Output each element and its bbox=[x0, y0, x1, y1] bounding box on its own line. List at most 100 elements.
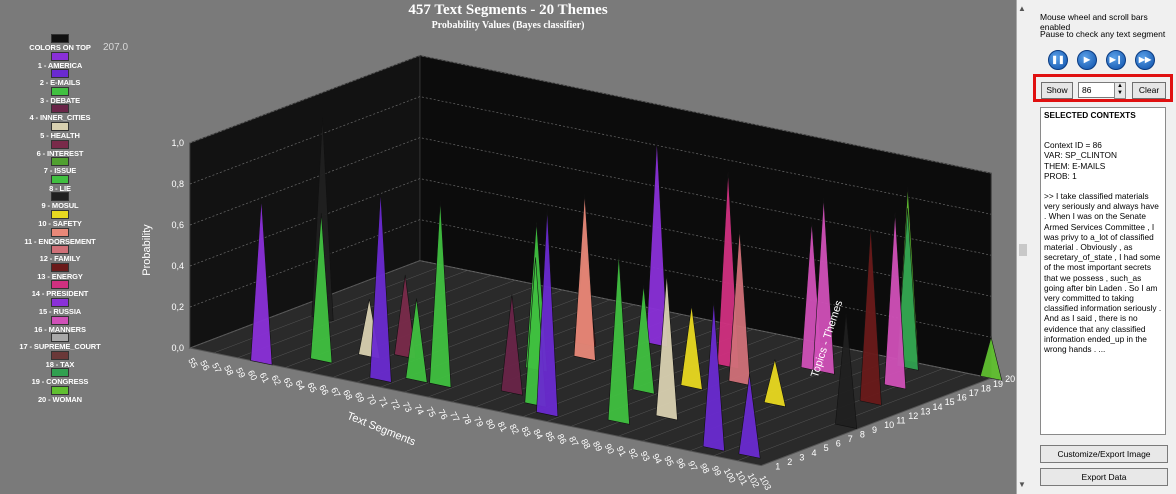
x-tick-label: 61 bbox=[258, 371, 272, 385]
fast-forward-icon: ▶▶ bbox=[1138, 55, 1152, 64]
context-id-input[interactable]: 86 bbox=[1078, 82, 1115, 98]
x-tick-label: 97 bbox=[686, 459, 700, 473]
x-tick-label: 60 bbox=[246, 369, 260, 383]
x-tick-label: 89 bbox=[591, 440, 605, 454]
y-tick-label: 0,0 bbox=[171, 343, 184, 353]
z-tick-label: 3 bbox=[799, 452, 804, 462]
clear-button[interactable]: Clear bbox=[1132, 82, 1166, 99]
z-tick-label: 6 bbox=[836, 439, 841, 449]
z-tick-label: 8 bbox=[860, 429, 865, 439]
y-tick-label: 0,4 bbox=[171, 261, 184, 271]
x-tick-label: 65 bbox=[305, 381, 319, 395]
z-tick-label: 9 bbox=[872, 425, 877, 435]
y-tick-label: 1,0 bbox=[171, 138, 184, 148]
x-tick-label: 56 bbox=[198, 359, 212, 373]
z-tick-label: 18 bbox=[981, 383, 991, 393]
context-id: Context ID = 86 bbox=[1044, 140, 1102, 151]
z-tick-label: 13 bbox=[920, 406, 930, 416]
scroll-down-arrow-icon[interactable]: ▼ bbox=[1018, 480, 1026, 489]
x-tick-label: 69 bbox=[353, 391, 367, 405]
scrollbar-thumb[interactable] bbox=[1019, 244, 1027, 256]
play-icon: ▶ bbox=[1083, 55, 1091, 64]
fast-forward-button[interactable]: ▶▶ bbox=[1135, 50, 1155, 70]
x-axis-title: Text Segments bbox=[345, 410, 417, 449]
z-tick-label: 14 bbox=[933, 402, 943, 412]
spin-down-icon[interactable]: ▼ bbox=[1117, 90, 1123, 96]
x-tick-label: 83 bbox=[519, 425, 533, 439]
x-tick-label: 90 bbox=[603, 442, 617, 456]
x-tick-label: 80 bbox=[484, 418, 498, 432]
selected-contexts-box[interactable]: SELECTED CONTEXTS Context ID = 86 VAR: S… bbox=[1040, 107, 1166, 435]
x-tick-label: 99 bbox=[710, 464, 724, 478]
x-tick-label: 81 bbox=[496, 420, 510, 434]
hint-pause: Pause to check any text segment bbox=[1040, 29, 1166, 39]
x-tick-label: 91 bbox=[615, 444, 629, 458]
z-tick-label: 15 bbox=[945, 397, 955, 407]
pause-button[interactable]: ❚❚ bbox=[1048, 50, 1068, 70]
z-tick-label: 5 bbox=[824, 443, 829, 453]
step-forward-icon: ▶❙ bbox=[1109, 55, 1123, 64]
z-tick-label: 17 bbox=[969, 388, 979, 398]
x-tick-label: 68 bbox=[341, 388, 355, 402]
spin-up-icon[interactable]: ▲ bbox=[1117, 83, 1123, 89]
x-tick-label: 95 bbox=[662, 454, 676, 468]
export-data-button[interactable]: Export Data bbox=[1040, 468, 1168, 486]
x-tick-label: 71 bbox=[377, 395, 391, 409]
show-button[interactable]: Show bbox=[1041, 82, 1073, 99]
x-tick-label: 87 bbox=[567, 435, 581, 449]
x-tick-label: 70 bbox=[365, 393, 379, 407]
z-tick-label: 19 bbox=[993, 379, 1003, 389]
x-tick-label: 64 bbox=[293, 378, 307, 392]
step-forward-button[interactable]: ▶❙ bbox=[1106, 50, 1126, 70]
context-prob: PROB: 1 bbox=[1044, 170, 1077, 181]
context-theme: THEM: E-MAILS bbox=[1044, 160, 1106, 171]
z-tick-label: 7 bbox=[848, 434, 853, 444]
x-tick-label: 62 bbox=[269, 373, 283, 387]
x-tick-label: 72 bbox=[388, 398, 402, 412]
context-var: VAR: SP_CLINTON bbox=[1044, 150, 1118, 161]
x-tick-label: 66 bbox=[317, 383, 331, 397]
z-tick-label: 1 bbox=[775, 462, 780, 472]
z-tick-label: 12 bbox=[908, 411, 918, 421]
z-tick-label: 16 bbox=[957, 393, 967, 403]
x-tick-label: 92 bbox=[626, 447, 640, 461]
x-tick-label: 79 bbox=[472, 415, 486, 429]
z-tick-label: 11 bbox=[896, 416, 905, 426]
x-tick-label: 103 bbox=[757, 474, 773, 492]
x-tick-label: 77 bbox=[448, 410, 462, 424]
x-tick-label: 75 bbox=[424, 405, 438, 419]
z-tick-label: 4 bbox=[812, 448, 817, 458]
z-tick-label: 20 bbox=[1005, 374, 1015, 384]
y-tick-label: 0,6 bbox=[171, 220, 184, 230]
x-tick-label: 85 bbox=[543, 430, 557, 444]
x-tick-label: 88 bbox=[579, 437, 593, 451]
x-tick-label: 84 bbox=[531, 427, 545, 441]
context-id-spinner[interactable]: ▲ ▼ bbox=[1114, 82, 1126, 99]
x-tick-label: 57 bbox=[210, 361, 224, 375]
scroll-up-arrow-icon[interactable]: ▲ bbox=[1018, 4, 1026, 13]
x-tick-label: 67 bbox=[329, 386, 343, 400]
x-tick-label: 93 bbox=[638, 449, 652, 463]
z-tick-label: 10 bbox=[884, 420, 894, 430]
customize-export-image-button[interactable]: Customize/Export Image bbox=[1040, 445, 1168, 463]
z-tick-label: 2 bbox=[787, 457, 792, 467]
x-tick-label: 98 bbox=[698, 462, 712, 476]
x-tick-label: 73 bbox=[400, 400, 414, 414]
x-tick-label: 63 bbox=[281, 376, 295, 390]
contexts-title: SELECTED CONTEXTS bbox=[1044, 110, 1136, 120]
x-tick-label: 59 bbox=[234, 366, 248, 380]
pause-icon: ❚❚ bbox=[1051, 55, 1065, 64]
y-axis-title: Probability bbox=[141, 224, 153, 276]
x-tick-label: 86 bbox=[555, 432, 569, 446]
context-text: >> I take classified materials very seri… bbox=[1044, 191, 1162, 355]
x-tick-label: 55 bbox=[186, 356, 200, 370]
play-button[interactable]: ▶ bbox=[1077, 50, 1097, 70]
x-tick-label: 76 bbox=[436, 408, 450, 422]
x-tick-label: 78 bbox=[460, 413, 474, 427]
y-tick-label: 0,8 bbox=[171, 179, 184, 189]
x-tick-label: 94 bbox=[650, 452, 664, 466]
chart-plot[interactable]: 0,00,20,40,60,81,05556575859606162636465… bbox=[0, 0, 1016, 494]
chart-area[interactable]: 457 Text Segments - 20 Themes Probabilit… bbox=[0, 0, 1016, 494]
x-tick-label: 96 bbox=[674, 457, 688, 471]
x-tick-label: 82 bbox=[507, 422, 521, 436]
